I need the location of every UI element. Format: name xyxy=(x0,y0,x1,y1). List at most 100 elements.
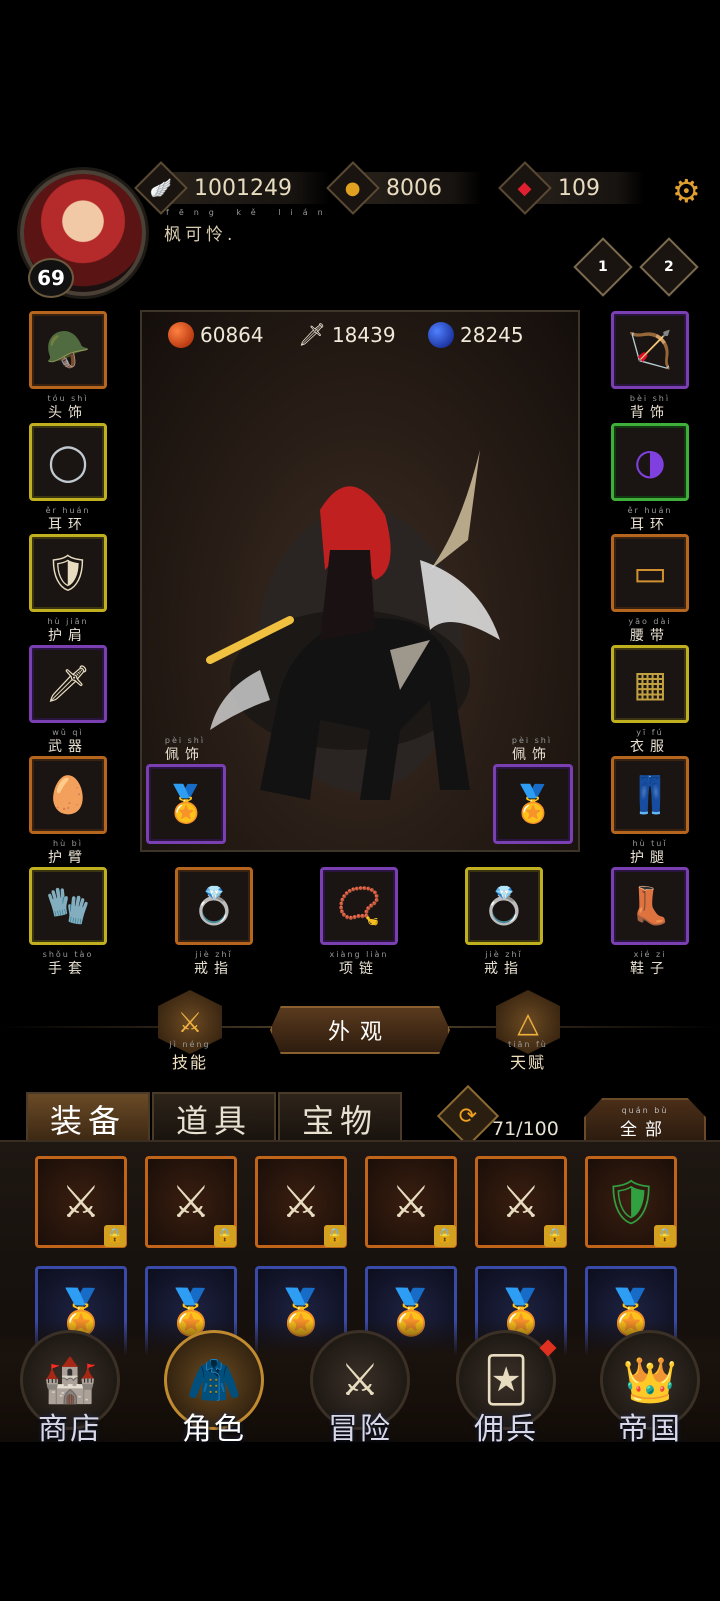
tab-items[interactable]: 道具 xyxy=(152,1092,276,1144)
equip-slot-belt[interactable]: ▭ xyxy=(611,534,689,612)
amulet-icon: 🏅 xyxy=(510,784,556,825)
inventory-item[interactable]: ⚔ 🔒 xyxy=(145,1156,237,1248)
equip-label-earring-left: 耳环 xyxy=(48,517,88,533)
player-name: 枫可怜. xyxy=(164,225,237,245)
inventory-item[interactable]: ⚔ 🔒 xyxy=(365,1156,457,1248)
refresh-icon: ⟳ xyxy=(458,1103,478,1129)
wings-icon: 🪽 xyxy=(134,161,188,215)
equip-slot-weapon[interactable]: 🗡 xyxy=(29,645,107,723)
wings-value: 1001249 xyxy=(194,175,292,201)
nav-shop[interactable]: 🏰 商店 xyxy=(0,1330,140,1448)
crossed-swords-emblem-icon: ⚔ xyxy=(171,1176,211,1228)
helmet-icon: 🪖 xyxy=(45,330,91,371)
equip-slot-back[interactable]: 🏹 xyxy=(611,311,689,389)
equip-slot-armor[interactable]: ▦ xyxy=(611,645,689,723)
talent-label: 天赋 xyxy=(509,1053,546,1072)
bracer-icon: 🥚 xyxy=(45,775,91,816)
ring-icon: 💍 xyxy=(481,886,527,927)
equip-slot-gloves[interactable]: 🧤 xyxy=(29,867,107,945)
lock-icon: 🔒 xyxy=(434,1225,456,1247)
equip-label-weapon: 武器 xyxy=(48,739,88,755)
equip-slot-headwear[interactable]: 🪖 xyxy=(29,311,107,389)
belt-icon: ▭ xyxy=(632,552,667,594)
equip-slot-boots[interactable]: 👢 xyxy=(611,867,689,945)
lock-icon: 🔒 xyxy=(544,1225,566,1247)
rank-badge-2[interactable]: 2 xyxy=(639,237,699,297)
gold-value: 8006 xyxy=(386,175,442,201)
equip-label-accessory-left: 佩饰 xyxy=(165,747,205,763)
hp-stat: 60864 xyxy=(168,318,298,352)
inventory-item[interactable]: ⚔ 🔒 xyxy=(35,1156,127,1248)
lock-icon: 🔒 xyxy=(104,1225,126,1247)
skill-label-wrap: jì néng 技能 xyxy=(150,1040,230,1073)
inventory-item[interactable]: ⚔ 🔒 xyxy=(255,1156,347,1248)
sword-icon: 🗡 xyxy=(45,664,91,705)
equip-slot-earring-right[interactable]: ◑ xyxy=(611,423,689,501)
hp-orb-icon xyxy=(168,322,194,348)
crossed-swords-emblem-icon: ⚔ xyxy=(501,1176,541,1228)
equip-slot-bracer[interactable]: 🥚 xyxy=(29,756,107,834)
equip-slot-necklace[interactable]: 📿 xyxy=(320,867,398,945)
greaves-icon: 👖 xyxy=(627,775,673,816)
equip-slot-pauldron[interactable]: 🛡 xyxy=(29,534,107,612)
crossed-swords-emblem-icon: ⚔ xyxy=(391,1176,431,1228)
player-level-badge: 69 xyxy=(28,258,74,298)
equip-slot-ring-right[interactable]: 💍 xyxy=(465,867,543,945)
nav-mercenary-label: 佣兵 xyxy=(474,1412,538,1447)
refresh-button[interactable]: ⟳ xyxy=(436,1084,500,1148)
skill-label: 技能 xyxy=(171,1053,208,1072)
inventory-capacity: 71/100 xyxy=(492,1118,559,1140)
nav-empire[interactable]: 👑 帝国 xyxy=(580,1330,720,1448)
armor-icon: ▦ xyxy=(632,663,667,705)
settings-gear-icon[interactable]: ⚙ xyxy=(672,172,701,210)
equip-slot-ring-left[interactable]: 💍 xyxy=(175,867,253,945)
gold-resource: ● 8006 xyxy=(326,161,482,215)
nav-character[interactable]: 🧥 角色 xyxy=(144,1330,284,1448)
tab-equipment[interactable]: 装备 xyxy=(26,1092,150,1144)
appearance-button[interactable]: 外观 xyxy=(270,1006,450,1054)
equip-slot-earring-left[interactable]: ◯ xyxy=(29,423,107,501)
nav-shop-label: 商店 xyxy=(38,1412,102,1447)
equip-label-belt: 腰带 xyxy=(630,628,670,644)
sword-icon: 🗡 xyxy=(298,322,326,348)
equip-label-earring-right: 耳环 xyxy=(630,517,670,533)
amulet-icon: 🏅 xyxy=(163,784,209,825)
mp-orb-icon xyxy=(428,322,454,348)
inventory-item[interactable]: 🛡 🔒 xyxy=(585,1156,677,1248)
rank-badge-1[interactable]: 1 xyxy=(573,237,633,297)
necklace-icon: 📿 xyxy=(336,886,382,927)
filter-all-button[interactable]: quán bù 全部 xyxy=(584,1098,706,1146)
pauldron-icon: 🛡 xyxy=(45,553,91,594)
earring-icon: ◯ xyxy=(47,441,89,483)
inventory-item[interactable]: ⚔ 🔒 xyxy=(475,1156,567,1248)
equip-label-ring-right: 戒指 xyxy=(484,961,524,977)
equip-slot-greaves[interactable]: 👖 xyxy=(611,756,689,834)
mp-stat: 28245 xyxy=(428,318,558,352)
green-shield-emblem-icon: 🛡 xyxy=(603,1177,659,1228)
lock-icon: 🔒 xyxy=(214,1225,236,1247)
nav-adventure-label: 冒险 xyxy=(328,1412,392,1447)
wings-resource: 🪽 1001249 xyxy=(134,161,330,215)
equip-label-back: 背饰 xyxy=(630,405,670,421)
gem-value: 109 xyxy=(558,175,600,201)
equip-slot-accessory-left[interactable]: 🏅 xyxy=(146,764,226,844)
gloves-icon: 🧤 xyxy=(45,886,91,927)
equip-label-gloves: 手套 xyxy=(48,961,88,977)
nav-adventure[interactable]: ⚔ 冒险 xyxy=(290,1330,430,1448)
lock-icon: 🔒 xyxy=(654,1225,676,1247)
stats-row: 60864 🗡 18439 28245 xyxy=(168,318,568,352)
ring-icon: 💍 xyxy=(191,886,237,927)
equip-label-pauldron: 护肩 xyxy=(48,628,88,644)
equip-label-necklace: 项链 xyxy=(339,961,379,977)
boots-icon: 👢 xyxy=(627,886,673,927)
player-name-pinyin: fēng kě lián xyxy=(166,208,333,217)
gold-coin-icon: ● xyxy=(326,161,380,215)
equip-slot-accessory-right[interactable]: 🏅 xyxy=(493,764,573,844)
equip-label-bracer: 护臂 xyxy=(48,850,88,866)
equip-label-boots: 鞋子 xyxy=(630,961,670,977)
equip-label-headwear: 头饰 xyxy=(48,405,88,421)
nav-empire-label: 帝国 xyxy=(618,1412,682,1447)
equip-label-armor: 衣服 xyxy=(630,739,670,755)
crossed-swords-emblem-icon: ⚔ xyxy=(61,1176,101,1228)
tab-treasure[interactable]: 宝物 xyxy=(278,1092,402,1144)
